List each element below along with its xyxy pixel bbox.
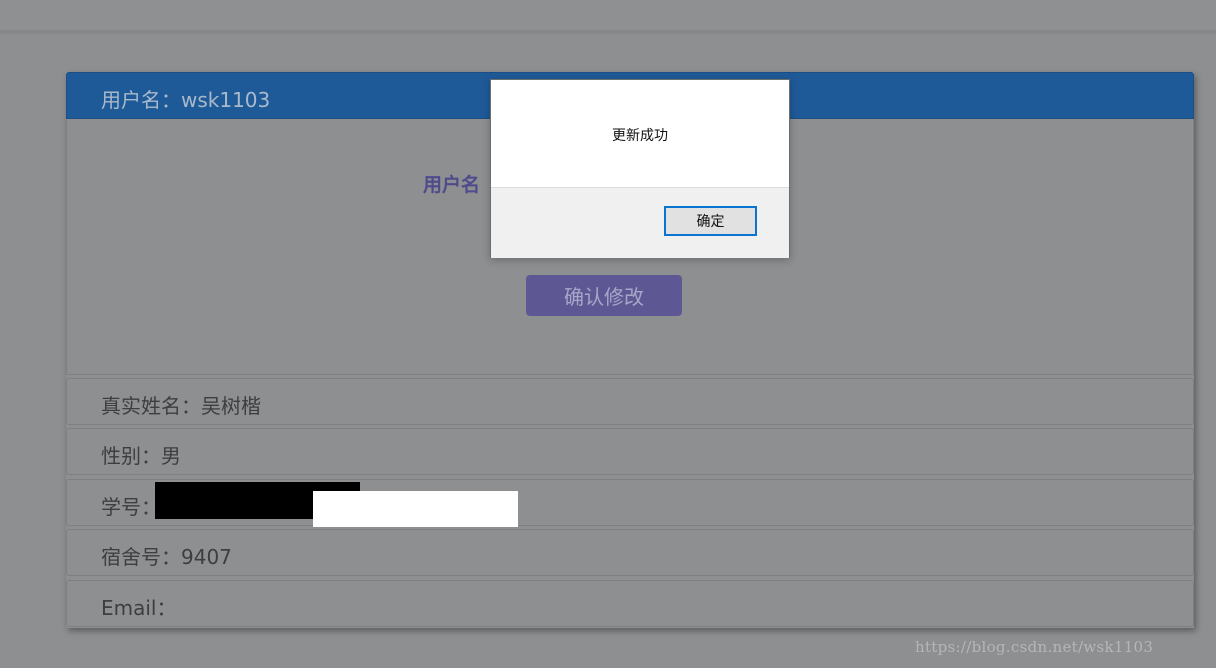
- info-row-label: 性别：男: [101, 444, 181, 468]
- info-row-dorm: 宿舍号：9407: [66, 529, 1194, 576]
- info-row-label: Email：: [101, 596, 177, 620]
- info-row-label: 真实姓名：吴树楷: [101, 394, 261, 418]
- confirm-edit-button[interactable]: 确认修改: [526, 275, 682, 316]
- username-field-label: 用户名: [423, 174, 481, 196]
- info-row-label: 学号：: [101, 495, 161, 519]
- alert-message: 更新成功: [612, 128, 668, 144]
- info-row-gender: 性别：男: [66, 428, 1194, 475]
- alert-footer: 确定: [491, 187, 789, 258]
- info-row-label: 宿舍号：9407: [101, 545, 232, 569]
- info-row-email: Email：: [66, 580, 1194, 627]
- redaction-block-white: [313, 491, 518, 527]
- panel-header-title: 用户名：wsk1103: [101, 88, 271, 112]
- info-row-realname: 真实姓名：吴树楷: [66, 378, 1194, 425]
- watermark-text: https://blog.csdn.net/wsk1103: [915, 638, 1154, 656]
- alert-dialog: 更新成功 确定: [490, 79, 790, 258]
- ok-button[interactable]: 确定: [664, 206, 757, 236]
- top-bar: [0, 0, 1216, 34]
